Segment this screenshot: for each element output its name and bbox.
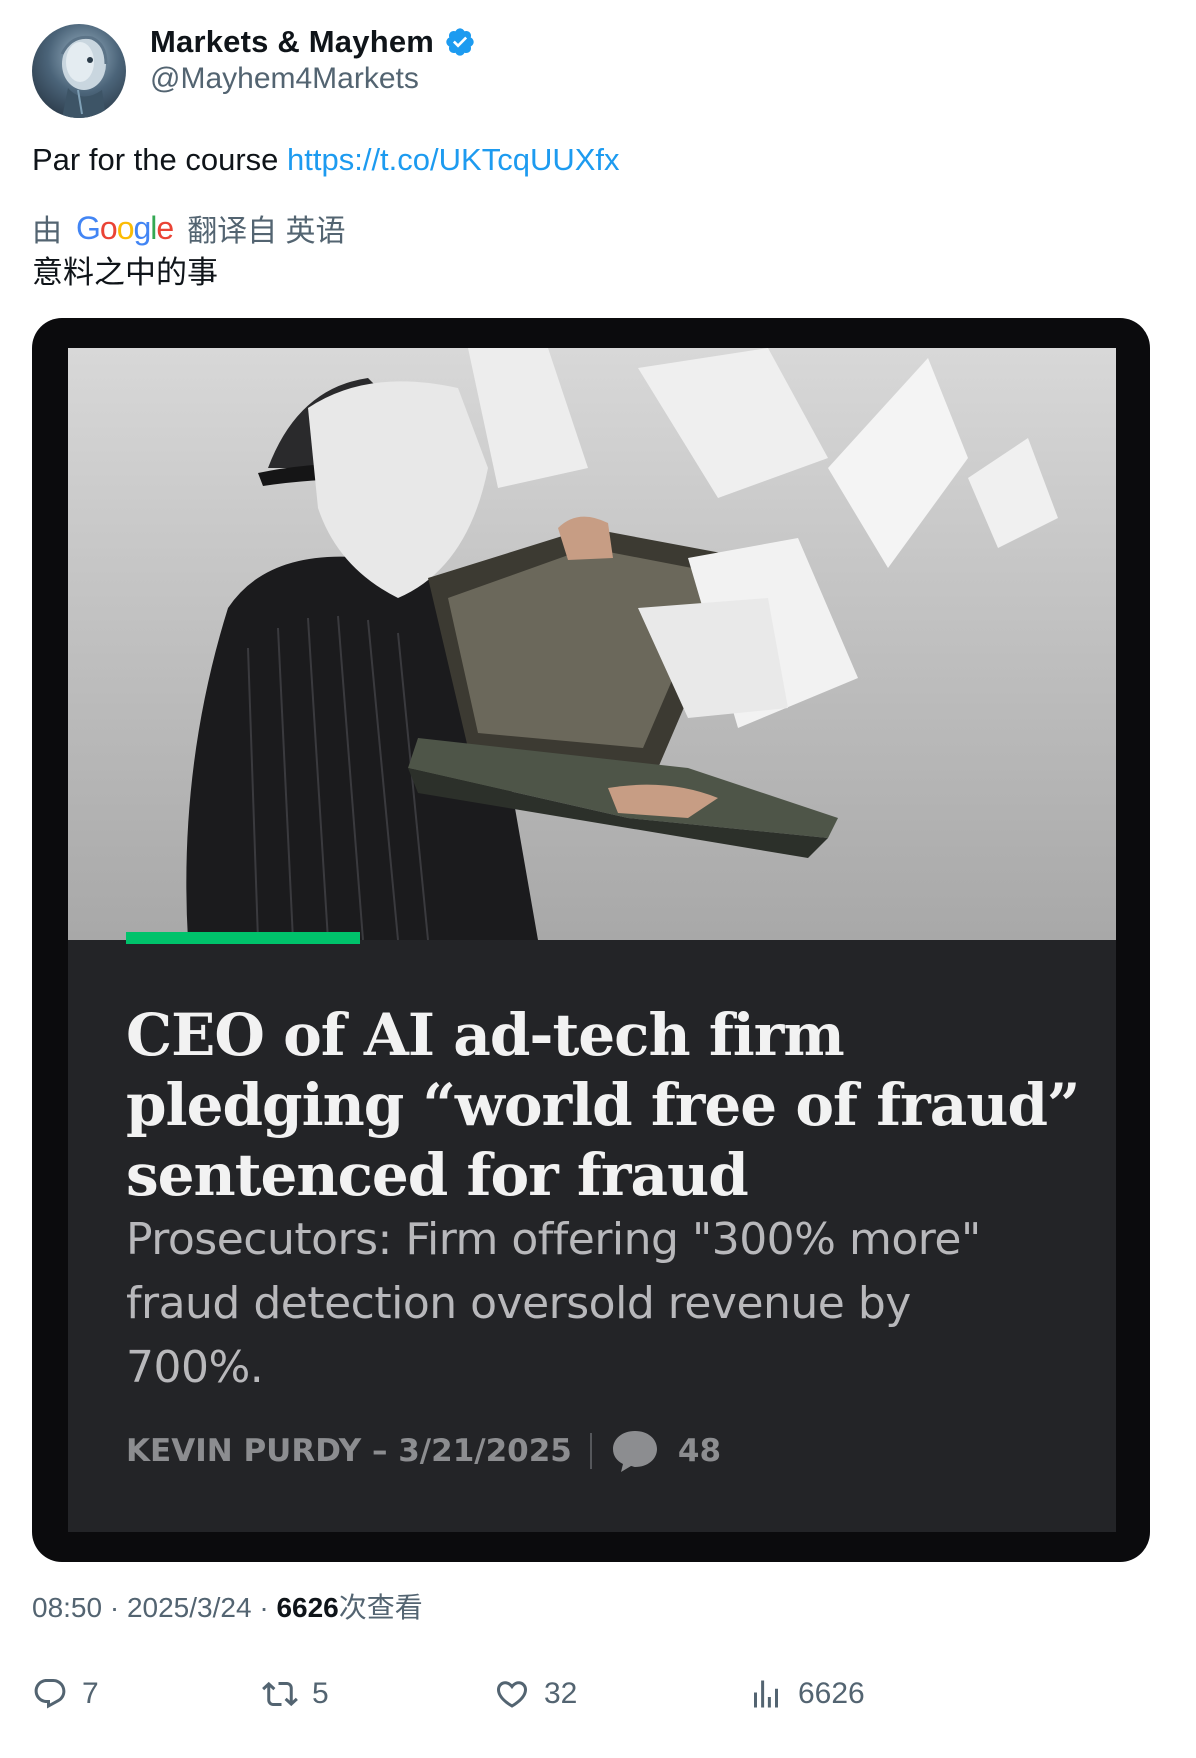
view-count: 6626 [276,1592,339,1623]
robot-head-avatar-icon [60,35,108,118]
meta-separator: · [259,1592,269,1623]
accent-bar [126,932,360,944]
display-name[interactable]: Markets & Mayhem [150,24,434,60]
verified-badge-icon [446,28,474,56]
tweet-link[interactable]: https://t.co/UKTcqUUXfx [287,142,620,177]
tweet-meta: 08:50 · 2025/3/24 · 6626次查看 [32,1586,423,1626]
article-byline-row: KEVIN PURDY – 3/21/2025 48 [126,1428,721,1474]
tweet-date[interactable]: 2025/3/24 [127,1592,252,1623]
user-handle[interactable]: @Mayhem4Markets [150,62,419,96]
action-bar: 7 5 32 6626 [32,1668,1162,1720]
article-text-panel: CEO of AI ad-tech firm pledging “world f… [68,932,1116,1532]
heart-icon [496,1681,528,1708]
reply-count: 7 [82,1677,99,1710]
like-button[interactable]: 32 [494,1668,577,1720]
translated-by-label: 由 [32,215,62,248]
article-byline: KEVIN PURDY – 3/21/2025 [126,1433,572,1469]
tweet-text: Par for the course https://t.co/UKTcqUUX… [32,140,620,180]
views-label: 次查看 [338,1592,423,1623]
analytics-bars-icon [754,1680,778,1708]
like-count: 32 [544,1677,578,1710]
reply-button[interactable]: 7 [32,1668,99,1720]
man-with-briefcase-papers-photo-icon [186,348,1058,940]
reply-icon [34,1679,66,1709]
article-photo [68,348,1116,940]
byline-divider [589,1433,592,1469]
translation-attribution[interactable]: 由 Google 翻译自 英语 [32,206,346,250]
article-comment-count: 48 [677,1433,722,1469]
tweet-body: Par for the course [32,142,288,177]
tweet-time[interactable]: 08:50 [32,1592,102,1623]
comment-bubble-icon [612,1431,657,1472]
google-logo: Google [76,209,174,246]
translated-text: 意料之中的事 [32,255,218,290]
article-subhead: Prosecutors: Firm offering "300% more" f… [126,1214,981,1393]
meta-separator: · [109,1592,120,1623]
media-card[interactable]: CEO of AI ad-tech firm pledging “world f… [32,318,1150,1562]
retweet-icon [262,1681,298,1707]
views-count: 6626 [798,1677,865,1710]
views-button[interactable]: 6626 [748,1668,865,1720]
translated-from-label: 翻译自 英语 [187,215,346,248]
article-headline: CEO of AI ad-tech firm pledging “world f… [126,1001,1080,1209]
retweet-count: 5 [312,1677,329,1710]
retweet-button[interactable]: 5 [262,1668,329,1720]
avatar[interactable] [32,24,126,118]
